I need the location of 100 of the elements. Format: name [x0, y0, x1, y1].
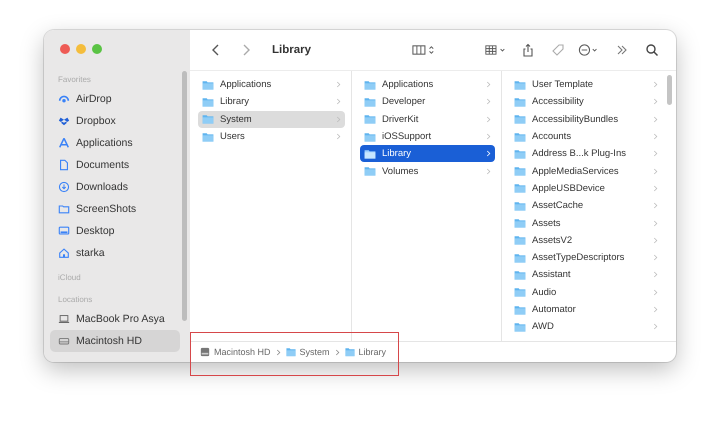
- sidebar-item[interactable]: Downloads: [50, 176, 180, 198]
- folder-row[interactable]: DriverKit: [360, 110, 495, 128]
- folder-icon: [514, 96, 526, 107]
- chevron-icon: [486, 168, 491, 175]
- folder-icon: [364, 80, 376, 90]
- sidebar-item[interactable]: ScreenShots: [50, 198, 180, 220]
- folder-icon: [344, 347, 355, 357]
- sidebar-item[interactable]: Applications: [50, 132, 180, 154]
- chevron-icon: [486, 98, 491, 106]
- chevron-icon: [653, 306, 658, 313]
- folder-icon: [514, 166, 526, 176]
- folder-icon: [364, 166, 376, 176]
- scrollbar[interactable]: [182, 71, 187, 321]
- folder-row[interactable]: User Template: [510, 76, 662, 94]
- folder-icon: [514, 287, 526, 298]
- folder-row[interactable]: Library: [360, 145, 495, 162]
- chevron-icon: [653, 116, 658, 123]
- chevron-icon: [486, 133, 491, 140]
- sidebar-item[interactable]: MacBook Pro Asya: [50, 308, 180, 330]
- apps-icon: [58, 137, 70, 149]
- chevron-icon: [653, 236, 658, 244]
- folder-icon: [514, 304, 526, 314]
- folder-icon: [364, 132, 376, 142]
- close-button[interactable]: [60, 44, 70, 54]
- folder-row[interactable]: Accessibility: [510, 93, 662, 111]
- folder-row[interactable]: System: [198, 110, 345, 128]
- path-item[interactable]: Macintosh HD: [200, 347, 271, 357]
- section-heading: iCloud: [57, 272, 82, 284]
- folder-row[interactable]: AppleMediaServices: [510, 162, 662, 180]
- tag-icon[interactable]: [551, 43, 565, 57]
- chevron-icon: [486, 150, 491, 158]
- chevron-icon: [653, 271, 658, 278]
- folder-row[interactable]: AssetsV2: [510, 232, 662, 249]
- folder-icon: [364, 114, 376, 124]
- chevron-icon: [336, 133, 341, 140]
- folder-row[interactable]: Developer: [360, 93, 495, 111]
- folder-icon: [514, 200, 526, 211]
- folder-row[interactable]: Applications: [198, 76, 345, 94]
- folder-row[interactable]: Audio: [510, 284, 662, 301]
- sidebar-item[interactable]: starka: [50, 242, 180, 264]
- share-icon[interactable]: [521, 43, 535, 57]
- chevron-icon: [653, 98, 658, 106]
- chevron-icon: [653, 288, 658, 296]
- folder-icon: [514, 132, 526, 142]
- chevron-icon: [336, 81, 341, 88]
- folder-icon: [202, 80, 214, 90]
- sidebar-item[interactable]: AirDrop: [50, 88, 180, 110]
- chevron-icon: [486, 81, 491, 88]
- folder-icon: [202, 96, 214, 107]
- sidebar-item[interactable]: Dropbox: [50, 110, 180, 132]
- folder-row[interactable]: Address B...k Plug-Ins: [510, 145, 662, 162]
- search-icon[interactable]: [645, 43, 659, 57]
- folder-row[interactable]: Library: [198, 93, 345, 111]
- folder-icon: [514, 322, 526, 332]
- folder-row[interactable]: AssetTypeDescriptors: [510, 248, 662, 266]
- folder-row[interactable]: AccessibilityBundles: [510, 110, 662, 128]
- folder-icon: [514, 252, 526, 263]
- download-icon: [58, 181, 70, 193]
- folder-icon: [286, 347, 296, 357]
- folder-row[interactable]: Applications: [360, 76, 495, 94]
- folder-icon: [514, 80, 526, 90]
- folder-row[interactable]: AssetCache: [510, 197, 662, 214]
- sidebar-item[interactable]: Desktop: [50, 220, 180, 242]
- folder-icon: [364, 148, 376, 159]
- folder-row[interactable]: Automator: [510, 300, 662, 318]
- folder-row[interactable]: Assistant: [510, 266, 662, 284]
- chevron-icon: [276, 348, 281, 356]
- column-view-icon[interactable]: [412, 43, 436, 57]
- double-chevron-icon[interactable]: [615, 43, 629, 57]
- scrollbar[interactable]: [667, 75, 672, 105]
- path-item[interactable]: Library: [344, 347, 386, 357]
- airdrop-icon: [58, 93, 70, 105]
- folder-icon: [514, 148, 526, 159]
- folder-row[interactable]: iOSSupport: [360, 128, 495, 146]
- folder-row[interactable]: Users: [198, 128, 345, 146]
- chevron-icon: [653, 323, 658, 330]
- chevron-icon: [334, 348, 340, 356]
- chevron-icon: [653, 150, 658, 158]
- dropbox-icon: [58, 115, 70, 127]
- folder-icon: [364, 96, 376, 107]
- sidebar-item[interactable]: Documents: [50, 154, 180, 176]
- chevron-icon: [653, 202, 658, 210]
- chevron-icon: [653, 254, 658, 262]
- section-heading: Favorites: [57, 74, 92, 86]
- chevron-icon: [336, 98, 341, 106]
- chevron-icon: [653, 133, 658, 140]
- folder-icon: [58, 203, 70, 215]
- path-item[interactable]: System: [286, 347, 330, 357]
- folder-row[interactable]: Assets: [510, 214, 662, 232]
- folder-row[interactable]: Volumes: [360, 162, 495, 180]
- sidebar-item[interactable]: Macintosh HD: [50, 330, 180, 352]
- document-icon: [58, 159, 70, 171]
- folder-row[interactable]: Accounts: [510, 128, 662, 146]
- folder-row[interactable]: AppleUSBDevice: [510, 180, 662, 198]
- folder-icon: [202, 132, 214, 142]
- folder-icon: [514, 235, 526, 246]
- chevron-icon: [653, 184, 658, 192]
- folder-row[interactable]: AWD: [510, 318, 662, 336]
- chevron-icon: [653, 81, 658, 88]
- folder-icon: [202, 114, 214, 124]
